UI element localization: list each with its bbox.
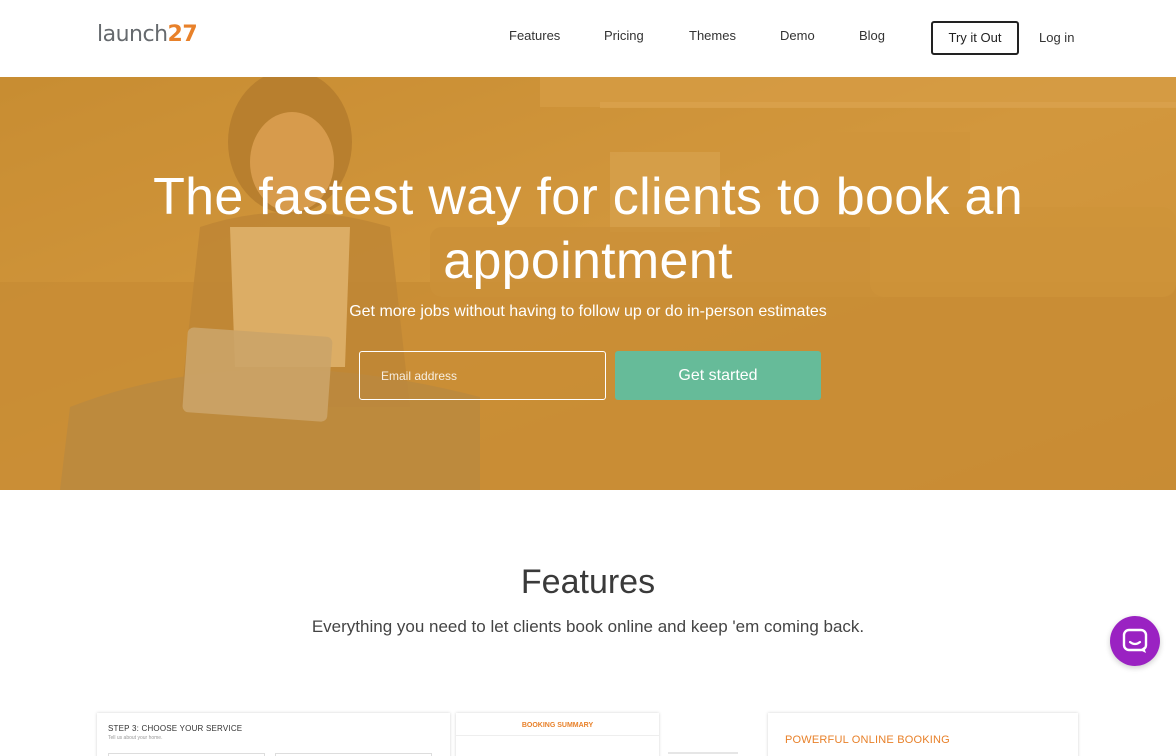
chat-bubble-icon (1122, 628, 1148, 653)
feature-heading: POWERFUL ONLINE BOOKING (785, 734, 950, 746)
logo-word: launch (97, 22, 168, 47)
booking-summary-preview: BOOKING SUMMARY (456, 713, 659, 756)
hero-subtitle: Get more jobs without having to follow u… (349, 303, 827, 320)
nav-features[interactable]: Features (509, 28, 560, 43)
features-subtitle: Everything you need to let clients book … (311, 617, 865, 636)
divider (668, 752, 738, 754)
nav-blog[interactable]: Blog (859, 28, 885, 43)
nav-themes[interactable]: Themes (689, 28, 736, 43)
try-it-out-button[interactable]: Try it Out (931, 21, 1019, 55)
logo[interactable]: launch27 (97, 22, 198, 47)
step-subtitle: Tell us about your home. (108, 735, 163, 741)
login-link[interactable]: Log in (1039, 30, 1074, 45)
email-input[interactable] (359, 351, 606, 400)
booking-form-preview: STEP 3: CHOOSE YOUR SERVICE Tell us abou… (97, 713, 450, 756)
nav-demo[interactable]: Demo (780, 28, 815, 43)
step-title: STEP 3: CHOOSE YOUR SERVICE (108, 724, 243, 733)
summary-title: BOOKING SUMMARY (521, 722, 594, 729)
chat-launcher-button[interactable] (1110, 616, 1160, 666)
hero-title: The fastest way for clients to book an ap… (0, 165, 1176, 293)
get-started-button[interactable]: Get started (615, 351, 821, 400)
logo-number: 27 (167, 22, 198, 47)
site-header: launch27 Features Pricing Themes Demo Bl… (0, 0, 1176, 77)
hero-title-line-2: appointment (443, 232, 733, 290)
hero-title-line-1: The fastest way for clients to book an (153, 168, 1023, 226)
features-title: Features (520, 563, 656, 601)
nav-pricing[interactable]: Pricing (604, 28, 644, 43)
hero-section: The fastest way for clients to book an ap… (0, 77, 1176, 490)
divider (456, 735, 659, 736)
feature-card: POWERFUL ONLINE BOOKING (768, 713, 1078, 756)
